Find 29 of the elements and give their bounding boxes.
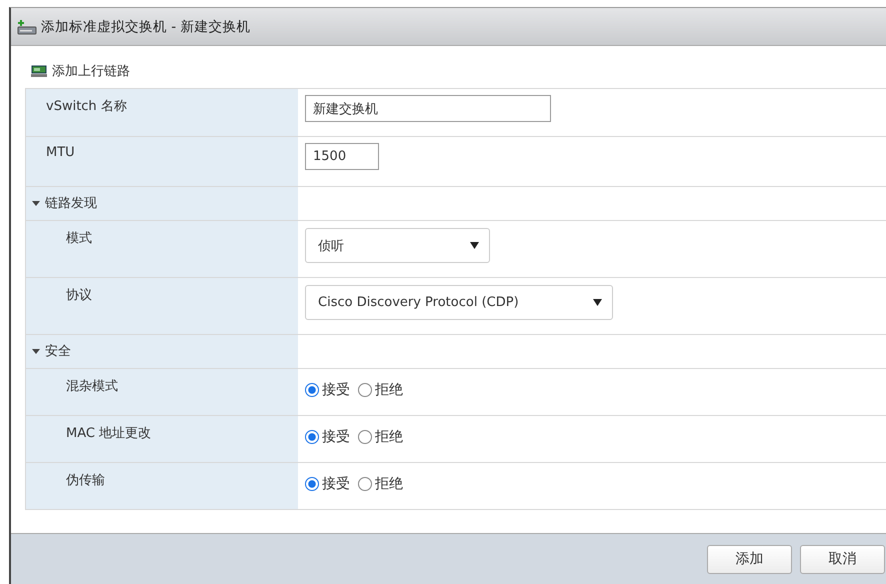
network-switch-add-icon <box>17 18 37 34</box>
dropdown-caret-icon <box>593 299 602 306</box>
field-label: MAC 地址更改 <box>66 426 152 441</box>
field-label: MTU <box>46 145 75 160</box>
dropdown-caret-icon <box>470 242 479 249</box>
expand-triangle-icon[interactable] <box>32 200 40 206</box>
text-field[interactable]: 新建交换机 <box>305 95 551 122</box>
field-label: 混杂模式 <box>66 379 118 394</box>
network-card-icon <box>31 64 47 78</box>
radio-option[interactable]: 拒绝 <box>358 428 403 446</box>
field-label: vSwitch 名称 <box>46 99 127 114</box>
window-title: 添加标准虚拟交换机 - 新建交换机 <box>41 18 250 36</box>
radio-option[interactable]: 接受 <box>305 428 350 446</box>
add-uplink-link[interactable]: 添加上行链路 <box>31 62 130 80</box>
field-label: 模式 <box>66 231 92 246</box>
field-label: 伪传输 <box>66 473 105 488</box>
section-header[interactable]: 安全 <box>26 335 298 368</box>
section-header[interactable]: 链路发现 <box>26 187 298 220</box>
dropdown[interactable]: 侦听 <box>305 228 490 263</box>
radio-option[interactable]: 拒绝 <box>358 475 403 493</box>
radio-option[interactable]: 拒绝 <box>358 381 403 399</box>
field-label: 协议 <box>66 288 92 303</box>
cancel-button[interactable]: 取消 <box>800 544 885 574</box>
radio-option[interactable]: 接受 <box>305 381 350 399</box>
expand-triangle-icon[interactable] <box>32 348 40 354</box>
radio-option[interactable]: 接受 <box>305 475 350 493</box>
text-field[interactable]: 1500 <box>305 143 379 170</box>
dropdown[interactable]: Cisco Discovery Protocol (CDP) <box>305 285 613 320</box>
add-button[interactable]: 添加 <box>707 544 792 574</box>
